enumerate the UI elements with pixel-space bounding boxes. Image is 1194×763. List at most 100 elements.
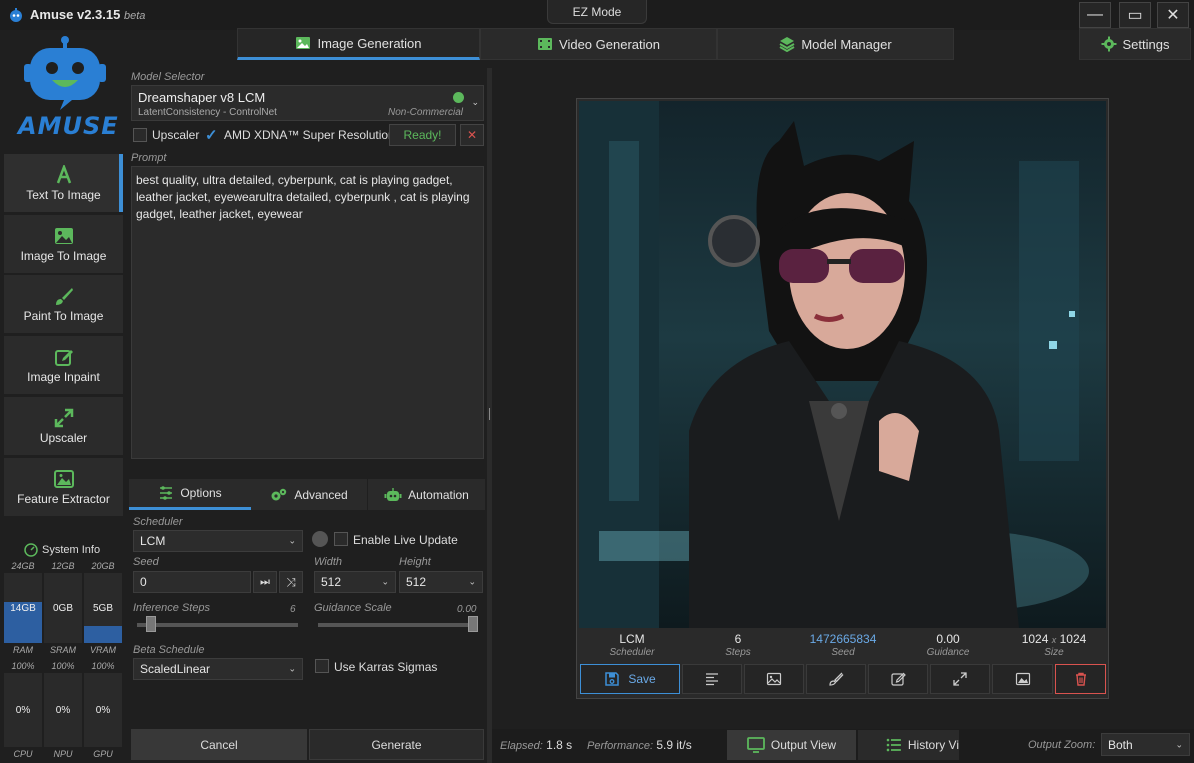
seed-value: 0 <box>140 575 147 589</box>
text-icon <box>56 164 71 183</box>
processor-label: CPU <box>13 749 33 759</box>
memory-max-label: 24GB <box>11 561 35 571</box>
expand-icon <box>953 672 967 686</box>
align-left-icon <box>706 673 718 686</box>
save-button[interactable]: Save <box>580 664 680 694</box>
karras-checkbox[interactable] <box>315 659 329 673</box>
inference-steps-track <box>137 623 298 627</box>
system-info-title: System Info <box>42 544 101 556</box>
send-to-image-button[interactable] <box>744 664 804 694</box>
gear-icon <box>1101 36 1116 52</box>
sidebar-item-feature-extractor[interactable]: Feature Extractor <box>4 458 123 516</box>
close-button[interactable]: ✕ <box>1157 2 1189 28</box>
model-selector[interactable]: Dreamshaper v8 LCM LatentConsistency - C… <box>131 85 484 121</box>
tab-options-label: Options <box>180 486 222 500</box>
details-button[interactable] <box>682 664 742 694</box>
brush-icon <box>829 672 844 686</box>
skip-icon: ⏭ <box>260 575 270 588</box>
send-to-paint-button[interactable] <box>806 664 866 694</box>
prompt-textarea[interactable]: best quality, ultra detailed, cyberpunk,… <box>131 166 484 459</box>
ready-button[interactable]: Ready! <box>389 124 456 146</box>
send-to-feature-extractor-button[interactable] <box>992 664 1053 694</box>
save-icon <box>605 672 620 686</box>
live-update-checkbox[interactable] <box>334 532 348 546</box>
memory-max-label: 20GB <box>91 561 115 571</box>
processor-max-label: 100% <box>91 661 115 671</box>
seed-random-button[interactable]: ⤨ <box>279 571 303 593</box>
logo-text: AMUSE <box>18 112 119 140</box>
output-zoom-label: Output Zoom: <box>1028 739 1096 751</box>
beta-tag: beta <box>123 10 146 22</box>
sidebar-item-image-inpaint[interactable]: Image Inpaint <box>4 336 123 394</box>
inference-steps-label: Inference Steps <box>133 602 211 614</box>
sidebar-item-image-to-image[interactable]: Image To Image <box>4 215 123 273</box>
tab-image-generation-label: Image Generation <box>317 35 422 51</box>
output-view-button[interactable]: Output View <box>727 730 856 760</box>
seed-lock-button[interactable]: ⏭ <box>253 571 277 593</box>
beta-schedule-select[interactable]: ScaledLinear ⌄ <box>133 658 303 680</box>
trash-icon <box>1075 672 1086 686</box>
width-select[interactable]: 512 ⌄ <box>314 571 396 593</box>
save-label: Save <box>628 672 656 686</box>
cancel-button[interactable]: Cancel <box>131 729 307 760</box>
scheduler-select[interactable]: LCM ⌄ <box>133 530 303 552</box>
sidebar-item-paint-to-image[interactable]: Paint To Image <box>4 275 123 333</box>
chevron-down-icon: ⌄ <box>288 663 296 674</box>
tab-options[interactable]: Options <box>129 479 251 510</box>
check-icon[interactable]: ✓ <box>205 126 221 144</box>
memory-label: SRAM <box>49 645 76 655</box>
tab-video-generation-label: Video Generation <box>559 36 660 52</box>
sidebar-item-text-to-image[interactable]: Text To Image <box>4 154 123 212</box>
app-name: Amuse v2.3.15 <box>30 7 121 22</box>
seed-label: Seed <box>133 556 159 568</box>
beta-schedule-value: ScaledLinear <box>140 662 211 676</box>
chevron-down-icon: ⌄ <box>468 576 476 587</box>
send-to-inpaint-button[interactable] <box>868 664 928 694</box>
result-seed-value[interactable]: 1472665834 <box>795 632 891 646</box>
system-info-header: System Info <box>24 543 100 557</box>
output-zoom-value: Both <box>1108 737 1133 752</box>
guidance-scale-slider[interactable] <box>468 616 478 632</box>
inference-steps-slider[interactable] <box>146 616 157 632</box>
tab-image-generation[interactable]: Image Generation <box>237 28 480 60</box>
chevron-down-icon: ⌄ <box>288 535 296 546</box>
sidebar-item-label: Text To Image <box>26 187 101 202</box>
output-zoom-select[interactable]: Both ⌄ <box>1101 733 1190 756</box>
unload-model-button[interactable]: ✕ <box>460 124 484 146</box>
model-selector-label: Model Selector <box>131 71 205 83</box>
delete-button[interactable] <box>1055 664 1106 694</box>
seed-input[interactable]: 0 <box>133 571 251 593</box>
model-license: Non-Commercial <box>387 107 463 118</box>
feature-image-icon <box>1015 672 1030 686</box>
generate-button[interactable]: Generate <box>309 729 484 760</box>
ez-mode-button[interactable]: EZ Mode <box>547 0 647 24</box>
guidance-scale-label: Guidance Scale <box>314 602 392 614</box>
upscaler-checkbox[interactable] <box>133 128 147 142</box>
tab-advanced[interactable]: Advanced <box>251 479 367 510</box>
result-scheduler-value: LCM <box>619 632 645 646</box>
elapsed-label: Elapsed: <box>500 740 543 752</box>
result-steps-label: Steps <box>725 647 751 658</box>
karras-label: Use Karras Sigmas <box>334 660 438 674</box>
history-view-label: History Vi <box>907 738 959 752</box>
height-select[interactable]: 512 ⌄ <box>399 571 483 593</box>
tab-automation[interactable]: Automation <box>368 479 485 510</box>
send-to-upscaler-button[interactable] <box>930 664 990 694</box>
app-icon <box>8 8 24 24</box>
maximize-button[interactable]: ▭ <box>1119 2 1151 28</box>
tab-model-manager[interactable]: Model Manager <box>717 28 954 60</box>
generated-image[interactable] <box>579 101 1106 628</box>
amuse-logo <box>24 34 106 118</box>
result-size-width: 1024 <box>1021 632 1049 646</box>
sidebar-item-label: Paint To Image <box>23 308 104 323</box>
history-view-button[interactable]: History Vi <box>858 730 959 760</box>
sidebar-item-upscaler[interactable]: Upscaler <box>4 397 123 455</box>
tab-settings-label: Settings <box>1122 36 1170 52</box>
tab-settings[interactable]: Settings <box>1079 28 1191 60</box>
tab-automation-label: Automation <box>408 487 469 502</box>
chevron-down-icon: ⌄ <box>381 576 389 587</box>
minimize-button[interactable]: — <box>1079 2 1111 28</box>
height-label: Height <box>399 556 431 568</box>
tab-video-generation[interactable]: Video Generation <box>480 28 717 60</box>
image-icon <box>766 672 782 686</box>
